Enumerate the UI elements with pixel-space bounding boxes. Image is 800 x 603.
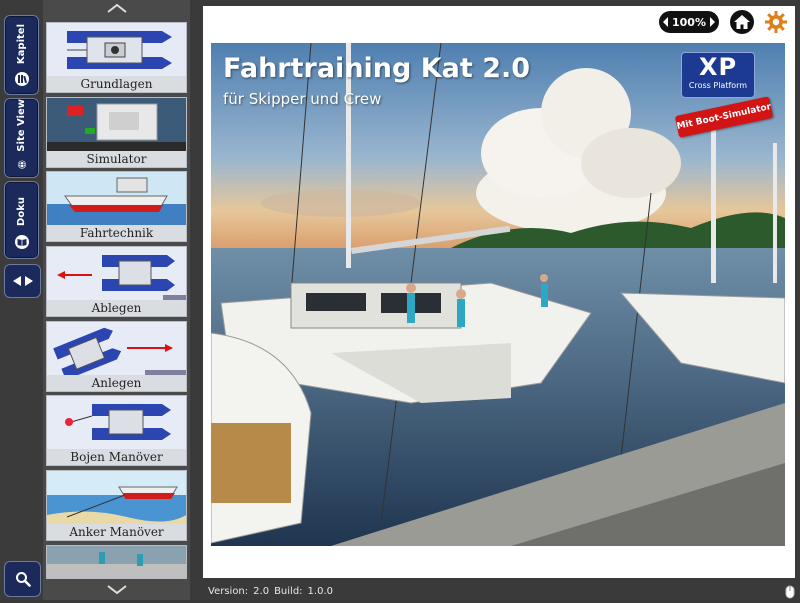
chapter-thumbnail: [47, 396, 186, 450]
cover-image: Fahrtraining Kat 2.0 für Skipper und Cre…: [211, 43, 785, 546]
chapter-thumbnail: [47, 98, 186, 152]
mouse-icon: [785, 584, 795, 603]
chapter-anker-manoever[interactable]: Anker Manöver: [46, 470, 187, 541]
books-icon: [14, 72, 29, 86]
tab-kapitel-label: Kapitel: [16, 23, 27, 64]
zoom-value: 100%: [672, 15, 706, 29]
xp-logo-text: XP: [698, 53, 738, 81]
chapter-thumbnail: [47, 322, 186, 376]
zoom-control[interactable]: 100%: [659, 11, 719, 33]
tab-site-view[interactable]: Site View: [4, 98, 39, 178]
chapter-simulator[interactable]: Simulator: [46, 97, 187, 168]
chapter-fahrtechnik[interactable]: Fahrtechnik: [46, 171, 187, 242]
chapter-label: Bojen Manöver: [47, 449, 186, 465]
search-icon: [15, 572, 31, 587]
build-label: Build:: [274, 585, 303, 597]
left-right-arrows-icon: [12, 276, 33, 286]
version-label: Version:: [208, 585, 249, 597]
tab-kapitel[interactable]: Kapitel: [4, 15, 39, 95]
status-bar: Version: 2.0 Build: 1.0.0: [203, 582, 795, 600]
gear-icon: [765, 11, 787, 33]
chapter-thumbnail: [47, 23, 186, 77]
chapter-grundlagen[interactable]: Grundlagen: [46, 22, 187, 93]
chapter-label: Grundlagen: [47, 76, 186, 92]
prev-next-arrows[interactable]: [4, 264, 41, 298]
chapter-list: Grundlagen Simulator Fahrtechnik Ablegen…: [43, 0, 190, 600]
tab-site-view-label: Site View: [16, 99, 27, 152]
xp-logo-subtext: Cross Platform: [688, 81, 748, 90]
cover-title: Fahrtraining Kat 2.0: [223, 53, 531, 84]
version-value: 2.0: [253, 585, 270, 597]
chapter-label: Anker Manöver: [47, 524, 186, 540]
chapter-label: Anlegen: [47, 375, 186, 391]
chapter-next-partial[interactable]: [46, 545, 187, 579]
chapter-thumbnail: [47, 247, 186, 301]
chevron-up-icon: [106, 3, 127, 13]
cover-subtitle: für Skipper und Crew: [223, 90, 382, 108]
search-button[interactable]: [4, 561, 41, 597]
chapter-bojen-manoever[interactable]: Bojen Manöver: [46, 395, 187, 466]
chapter-thumbnail: [47, 546, 186, 578]
chapter-anlegen[interactable]: Anlegen: [46, 321, 187, 392]
chapter-label: Fahrtechnik: [47, 225, 186, 241]
globe-icon: [17, 160, 26, 169]
build-value: 1.0.0: [307, 585, 333, 597]
home-button[interactable]: [730, 10, 754, 34]
chapter-thumbnail: [47, 172, 186, 226]
tab-doku-label: Doku: [16, 197, 27, 226]
chevron-down-icon: [106, 585, 127, 595]
chapter-thumbnail: [47, 471, 186, 525]
xp-logo: XP Cross Platform: [681, 52, 755, 98]
book-icon: [14, 235, 29, 249]
scroll-down-button[interactable]: [43, 582, 190, 598]
home-icon: [734, 15, 750, 29]
left-rail: Kapitel Site View Doku: [0, 0, 43, 600]
chapter-label: Ablegen: [47, 300, 186, 316]
settings-button[interactable]: [764, 10, 788, 34]
tab-doku[interactable]: Doku: [4, 181, 39, 259]
chapter-ablegen[interactable]: Ablegen: [46, 246, 187, 317]
chapter-label: Simulator: [47, 151, 186, 167]
scroll-up-button[interactable]: [43, 0, 190, 16]
